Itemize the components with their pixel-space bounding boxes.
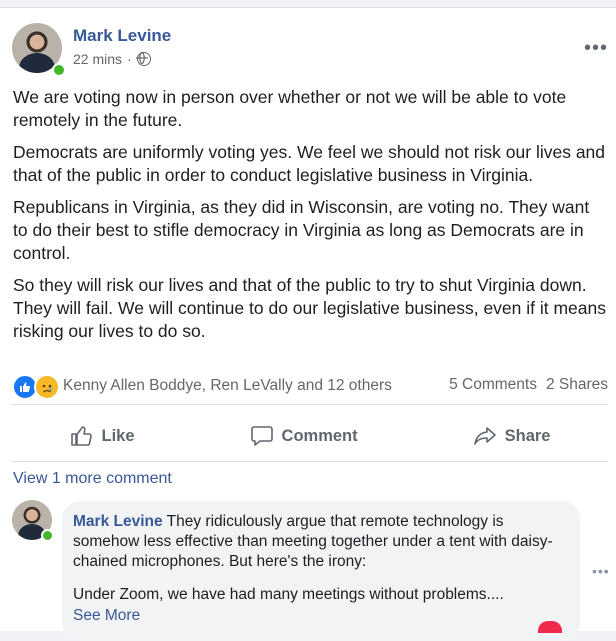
comments-count[interactable]: 5 Comments	[449, 376, 537, 394]
meta-separator: ·	[127, 51, 132, 67]
see-more-link[interactable]: See More	[73, 606, 571, 626]
post-header: Mark Levine 22 mins · •••	[12, 23, 612, 77]
post-author-name[interactable]: Mark Levine	[73, 26, 171, 46]
share-button[interactable]: Share	[473, 424, 551, 448]
engagement-counts: 5 Comments 2 Shares	[449, 376, 608, 394]
comment-button[interactable]: Comment	[250, 424, 358, 448]
post-paragraph: We are voting now in person over whether…	[13, 87, 567, 130]
post-body: We are voting now in person over whether…	[13, 86, 608, 352]
comment-text: Mark Levine They ridiculously argue that…	[73, 512, 571, 572]
comment-icon	[250, 426, 273, 446]
comment-author-name[interactable]: Mark Levine	[73, 513, 163, 530]
sad-reaction-icon	[34, 374, 60, 400]
comment-bubble: Mark Levine They ridiculously argue that…	[62, 501, 580, 641]
reaction-names[interactable]: Kenny Allen Boddye, Ren LeVally and 12 o…	[63, 377, 392, 395]
post-timestamp[interactable]: 22 mins	[73, 51, 122, 67]
post-actions: Like Comment Share	[12, 411, 608, 461]
comment-continuation: Under Zoom, we have had many meetings wi…	[73, 585, 571, 626]
view-more-comments-link[interactable]: View 1 more comment	[13, 470, 172, 488]
globe-icon[interactable]	[136, 51, 151, 66]
share-icon	[473, 427, 496, 445]
like-icon	[70, 426, 92, 446]
comment-reaction-icon	[538, 621, 562, 633]
more-options-icon[interactable]: •••	[584, 38, 608, 58]
share-label: Share	[504, 426, 551, 445]
avatar-figure	[19, 53, 55, 73]
divider	[12, 461, 608, 462]
post-meta: 22 mins ·	[73, 51, 151, 67]
reaction-icons[interactable]	[12, 373, 62, 400]
shares-count[interactable]: 2 Shares	[546, 376, 608, 394]
post-paragraph: So they will risk our lives and that of …	[13, 275, 607, 341]
post-paragraph: Republicans in Virginia, as they did in …	[13, 197, 590, 263]
like-button[interactable]: Like	[70, 424, 135, 448]
like-label: Like	[101, 426, 135, 445]
divider	[12, 404, 608, 405]
reactions-bar: Kenny Allen Boddye, Ren LeVally and 12 o…	[12, 373, 608, 400]
online-status-icon	[41, 529, 54, 542]
online-status-icon	[52, 63, 66, 77]
post-paragraph: Democrats are uniformly voting yes. We f…	[13, 142, 606, 185]
comment-body-continued: Under Zoom, we have had many meetings wi…	[73, 586, 504, 603]
comment-options-icon[interactable]: •••	[592, 563, 610, 579]
comment-label: Comment	[281, 426, 358, 445]
